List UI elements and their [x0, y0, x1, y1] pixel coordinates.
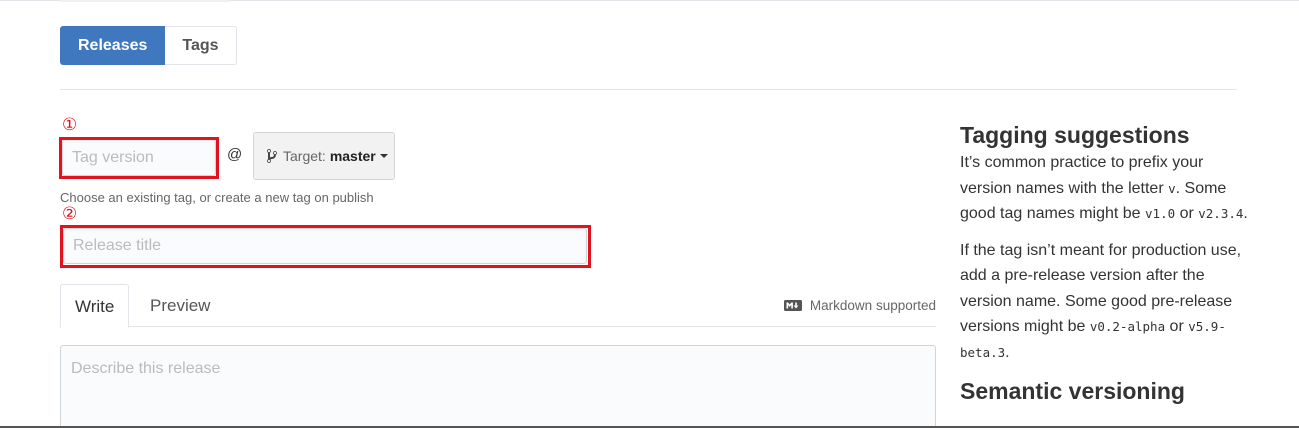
tab-write[interactable]: Write: [60, 284, 130, 328]
markdown-supported-label: Markdown supported: [809, 298, 936, 313]
tag-version-input[interactable]: [62, 139, 216, 176]
releases-tab[interactable]: Releases: [60, 26, 166, 65]
tagging-suggestions-sidebar: Tagging suggestions It’s common practice…: [960, 120, 1250, 406]
sidebar-paragraph-prerelease: If the tag isn’t meant for production us…: [960, 241, 1242, 361]
sidebar-heading-tagging: Tagging suggestions: [960, 122, 1190, 148]
target-branch-button[interactable]: Target: master: [253, 132, 395, 180]
tab-preview[interactable]: Preview: [136, 284, 224, 328]
tags-tab[interactable]: Tags: [165, 26, 237, 65]
annotation-marker-1: ①: [62, 115, 78, 134]
markdown-note[interactable]: Markdown supported: [783, 298, 936, 313]
annotation-marker-2: ②: [62, 204, 78, 223]
git-branch-icon: [267, 149, 277, 163]
tag-hint-text: Choose an existing tag, or create a new …: [60, 190, 374, 205]
release-description-textarea[interactable]: [60, 345, 936, 428]
at-sign: @: [227, 146, 243, 163]
caret-down-icon: [379, 154, 388, 158]
target-branch-name: master: [329, 148, 376, 164]
section-divider: [60, 89, 1237, 90]
releases-subnav: Releases Tags: [60, 26, 237, 65]
target-label: Target:: [283, 148, 326, 164]
sidebar-paragraph-prefix: It’s common practice to prefix your vers…: [960, 154, 1248, 222]
editor-tabs: Write Preview Markdown supported: [60, 284, 936, 328]
sidebar-heading-semver: Semantic versioning: [960, 378, 1185, 404]
top-border-segment: [60, 0, 230, 2]
markdown-icon: [783, 300, 802, 311]
release-title-input[interactable]: [63, 228, 587, 264]
